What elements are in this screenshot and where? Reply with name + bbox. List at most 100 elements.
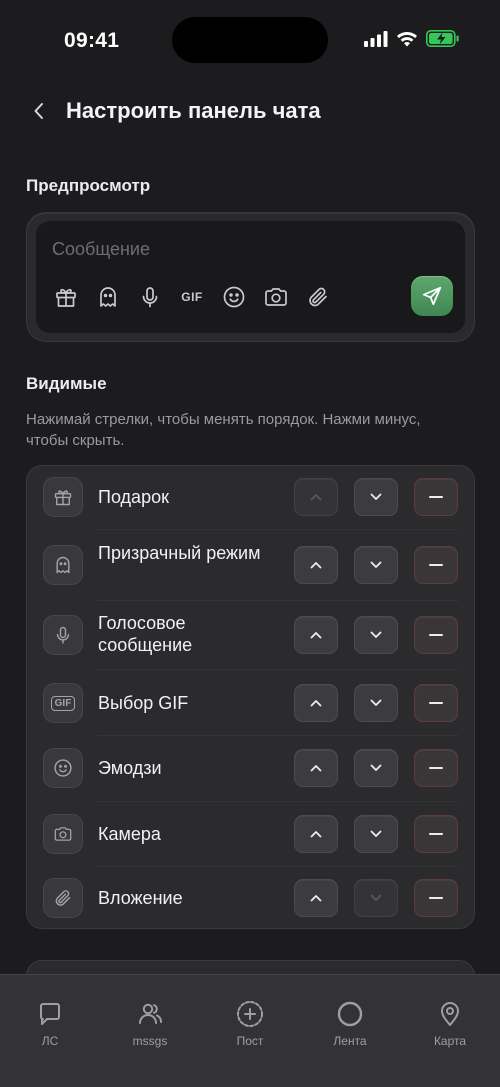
dynamic-island — [172, 17, 328, 63]
tab-dms[interactable]: ЛС — [10, 999, 90, 1048]
move-up-button[interactable] — [294, 478, 338, 516]
minus-icon — [429, 897, 443, 899]
move-up-button[interactable] — [294, 749, 338, 787]
header: Настроить панель чата — [0, 88, 500, 134]
hide-button[interactable] — [414, 815, 458, 853]
send-button[interactable] — [411, 276, 453, 316]
list-item-label: Вложение — [98, 888, 183, 908]
list-item-emoji: Эмодзи — [27, 736, 474, 801]
move-down-button[interactable] — [354, 546, 398, 584]
move-up-button[interactable] — [294, 879, 338, 917]
list-item-gif-picker: GIF Выбор GIF — [27, 670, 474, 735]
status-bar: 09:41 — [0, 0, 500, 80]
move-up-button[interactable] — [294, 616, 338, 654]
chevron-down-icon — [370, 894, 382, 901]
chevron-down-icon — [370, 830, 382, 837]
tab-label: mssgs — [132, 1034, 168, 1048]
chevron-up-icon — [310, 765, 322, 772]
plus-circle-icon — [235, 999, 265, 1029]
tab-label: ЛС — [41, 1034, 59, 1048]
chevron-up-icon — [310, 831, 322, 838]
list-item-voice-message: Голосовое сообщение — [27, 601, 474, 669]
microphone-icon — [136, 283, 164, 311]
tab-post[interactable]: Пост — [210, 999, 290, 1048]
move-down-button[interactable] — [354, 478, 398, 516]
signal-icon — [364, 30, 388, 47]
minus-icon — [429, 634, 443, 636]
list-item-gift: Подарок — [27, 466, 474, 529]
send-icon — [422, 286, 442, 306]
hide-button[interactable] — [414, 684, 458, 722]
visible-items-list: Подарок Призрачный режим Голосовое сообщ… — [26, 465, 475, 929]
gift-icon — [43, 477, 83, 517]
chevron-left-icon — [34, 103, 43, 119]
minus-icon — [429, 833, 443, 835]
chevron-up-icon — [310, 700, 322, 707]
tab-label: Лента — [333, 1034, 367, 1048]
list-item-label: Подарок — [98, 487, 169, 507]
list-item-label: Эмодзи — [98, 758, 162, 778]
chevron-up-icon — [310, 895, 322, 902]
preview-composer: Сообщение GIF — [36, 221, 465, 333]
chevron-down-icon — [370, 631, 382, 638]
status-icons — [364, 30, 460, 47]
circle-icon — [335, 999, 365, 1029]
chevron-up-icon — [310, 632, 322, 639]
gif-icon: GIF — [43, 683, 83, 723]
map-pin-icon — [435, 999, 465, 1029]
hide-button[interactable] — [414, 546, 458, 584]
battery-charging-icon — [426, 30, 459, 47]
message-placeholder: Сообщение — [52, 239, 150, 259]
chevron-down-icon — [370, 493, 382, 500]
chat-bubble-icon — [35, 999, 65, 1029]
tab-label: Карта — [433, 1034, 467, 1048]
move-down-button[interactable] — [354, 879, 398, 917]
minus-icon — [429, 767, 443, 769]
hide-button[interactable] — [414, 616, 458, 654]
minus-icon — [429, 496, 443, 498]
gif-icon: GIF — [178, 283, 206, 311]
users-icon — [135, 999, 165, 1029]
gif-label: GIF — [181, 290, 203, 304]
minus-icon — [429, 564, 443, 566]
hide-button[interactable] — [414, 879, 458, 917]
move-up-button[interactable] — [294, 546, 338, 584]
back-button[interactable] — [24, 96, 54, 126]
move-down-button[interactable] — [354, 684, 398, 722]
move-down-button[interactable] — [354, 815, 398, 853]
minus-icon — [429, 702, 443, 704]
camera-icon — [262, 283, 290, 311]
list-item-ghost-mode: Призрачный режим — [27, 530, 474, 600]
tab-map[interactable]: Карта — [410, 999, 490, 1048]
chevron-up-icon — [310, 494, 322, 501]
tab-feed[interactable]: Лента — [310, 999, 390, 1048]
move-down-button[interactable] — [354, 616, 398, 654]
gif-icon-label: GIF — [50, 695, 76, 711]
list-item-label: Призрачный режим — [98, 543, 261, 563]
list-item-label: Голосовое сообщение — [98, 613, 193, 655]
tab-mssgs[interactable]: mssgs — [110, 999, 190, 1048]
list-item-label: Камера — [98, 824, 161, 844]
chevron-down-icon — [370, 561, 382, 568]
visible-section-title: Видимые — [26, 374, 107, 393]
emoji-icon — [43, 748, 83, 788]
move-down-button[interactable] — [354, 749, 398, 787]
list-item-camera: Камера — [27, 802, 474, 866]
emoji-icon — [220, 283, 248, 311]
preview-section-title: Предпросмотр — [26, 176, 151, 195]
move-up-button[interactable] — [294, 815, 338, 853]
chevron-down-icon — [370, 764, 382, 771]
move-up-button[interactable] — [294, 684, 338, 722]
chat-bar-preview: Сообщение GIF — [26, 212, 475, 342]
list-item-label: Выбор GIF — [98, 693, 189, 713]
camera-icon — [43, 814, 83, 854]
microphone-icon — [43, 615, 83, 655]
tab-bar: ЛС mssgs Пост Лента Карта — [0, 974, 500, 1087]
hide-button[interactable] — [414, 478, 458, 516]
visible-hint: Нажимай стрелки, чтобы менять порядок. Н… — [26, 411, 421, 449]
ghost-icon — [94, 283, 122, 311]
gift-icon — [52, 283, 80, 311]
tab-label: Пост — [236, 1034, 264, 1048]
chevron-up-icon — [310, 562, 322, 569]
hide-button[interactable] — [414, 749, 458, 787]
